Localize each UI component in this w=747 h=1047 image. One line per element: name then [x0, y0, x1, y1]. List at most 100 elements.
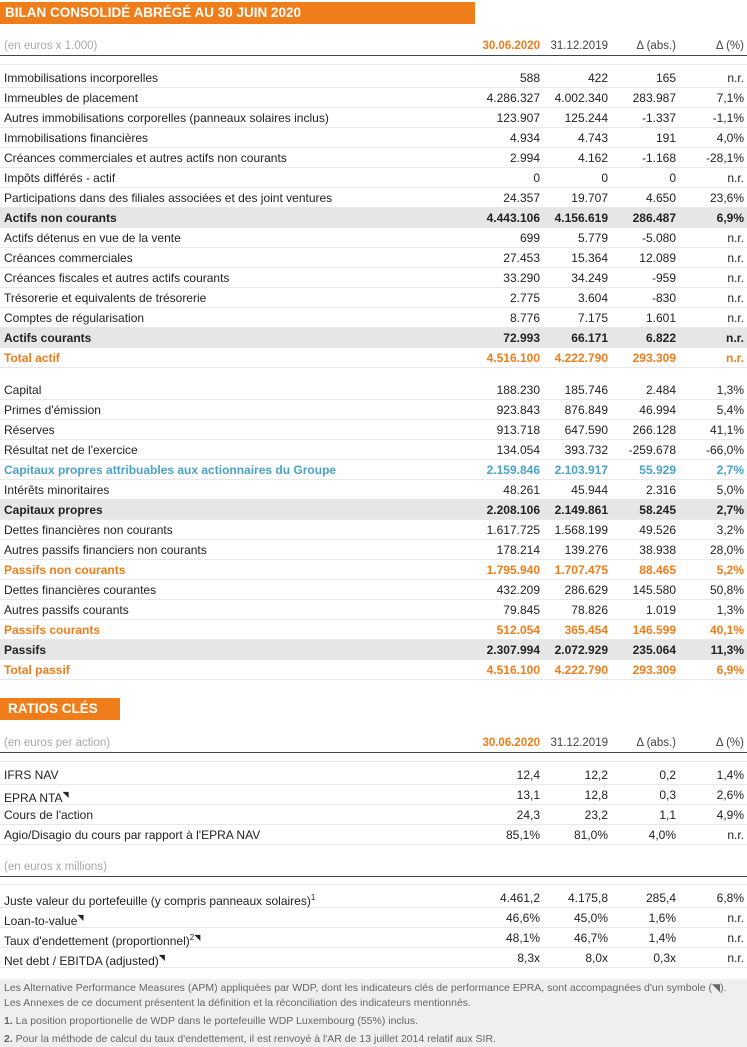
table-row: Actifs courants 72.993 66.171 6.822 n.r.: [0, 328, 747, 348]
value-2019: 185.746: [564, 383, 608, 397]
table-row: IFRS NAV 12,4 12,2 0,2 1,4%: [0, 765, 747, 785]
row-label-text: EPRA NTA: [4, 791, 63, 805]
value-2020: 4.461,2: [499, 891, 540, 905]
row-label-text: Actifs courants: [4, 331, 92, 345]
value-2019: 1.568.199: [554, 523, 608, 537]
delta-pct: 28,0%: [709, 543, 744, 557]
table-row: Impôts différés - actif 0 0 0 n.r.: [0, 168, 747, 188]
delta-pct: 2,6%: [716, 788, 744, 802]
value-2020: 4.443.106: [486, 211, 540, 225]
delta-abs: 12.089: [639, 251, 676, 265]
table-row: Primes d'émission 923.843 876.849 46.994 5,4…: [0, 400, 747, 420]
table-row: Créances commerciales 27.453 15.364 12.089 n…: [0, 248, 747, 268]
row-label: Résultat net de l'exercice: [4, 440, 138, 460]
footnotes: Les Alternative Performance Measures (AP…: [0, 979, 747, 1047]
delta-abs: 0,3x: [653, 951, 676, 965]
row-label: Actifs non courants: [4, 208, 117, 228]
delta-abs: 6.822: [645, 331, 676, 345]
value-2020: 1.617.725: [486, 523, 540, 537]
row-label: Passifs courants: [4, 620, 100, 640]
row-label-text: Créances commerciales et autres actifs n…: [4, 151, 287, 165]
separator: [0, 884, 747, 885]
value-2020: 79.845: [503, 603, 540, 617]
delta-pct: 7,1%: [716, 91, 744, 105]
delta-pct: 1,3%: [716, 383, 744, 397]
table-row: Juste valeur du portefeuille (y compris …: [0, 888, 747, 908]
row-label: Autres passifs financiers non courants: [4, 540, 207, 560]
row-label-text: Impôts différés - actif: [4, 171, 116, 185]
delta-pct: 5,2%: [716, 563, 744, 577]
delta-pct: 4,9%: [716, 808, 744, 822]
row-label-text: Loan-to-value: [4, 914, 78, 928]
value-2019: 2.103.917: [554, 463, 608, 477]
row-label: Autres immobilisations corporelles (pann…: [4, 108, 329, 128]
delta-pct: n.r.: [727, 828, 744, 842]
delta-pct: n.r.: [727, 251, 744, 265]
delta-pct: 1,3%: [716, 603, 744, 617]
row-label-text: Trésorerie et equivalents de trésorerie: [4, 291, 207, 305]
table-row: Total passif 4.516.100 4.222.790 293.309 6,9…: [0, 660, 747, 680]
value-2020: 24,3: [516, 808, 540, 822]
value-2019: 876.849: [564, 403, 608, 417]
delta-abs: 145.580: [632, 583, 676, 597]
delta-abs: 286.487: [632, 211, 676, 225]
value-2020: 27.453: [503, 251, 540, 265]
row-label-text: Immobilisations incorporelles: [4, 71, 159, 85]
table-row: Créances fiscales et autres actifs coura…: [0, 268, 747, 288]
value-2020: 699: [519, 231, 540, 245]
delta-pct: 11,3%: [710, 643, 744, 657]
value-2020: 1.795.940: [486, 563, 540, 577]
row-label-text: Participations dans des filiales associé…: [4, 191, 333, 205]
value-2020: 4.516.100: [486, 663, 540, 677]
footnote-number: 2.: [4, 1033, 13, 1045]
value-2020: 913.718: [496, 423, 540, 437]
row-label-text: Réserves: [4, 423, 55, 437]
value-2019: 4.162: [577, 151, 608, 165]
delta-abs: 55.929: [639, 463, 676, 477]
table-row: Intérêts minoritaires 48.261 45.944 2.316 5,…: [0, 480, 747, 500]
value-2019: 647.590: [564, 423, 608, 437]
row-label-text: Net debt / EBITDA (adjusted): [4, 954, 159, 968]
row-label-text: Immeubles de placement: [4, 91, 139, 105]
col-header-delta-pct: Δ (%): [715, 737, 744, 749]
delta-pct: n.r.: [727, 931, 744, 945]
row-label-text: Total actif: [4, 351, 60, 365]
row-label: Net debt / EBITDA (adjusted)◥: [4, 948, 165, 971]
delta-pct: n.r.: [727, 911, 744, 925]
value-2020: 923.843: [496, 403, 540, 417]
table-row: Résultat net de l'exercice 134.054 393.732…: [0, 440, 747, 460]
row-label-text: Autres immobilisations corporelles (pann…: [4, 111, 329, 125]
row-label: Immobilisations incorporelles: [4, 68, 158, 88]
row-label: Capitaux propres: [4, 500, 103, 520]
row-label: Total actif: [4, 348, 60, 368]
value-2019: 4.002.340: [554, 91, 608, 105]
value-2020: 48,1%: [505, 931, 540, 945]
delta-abs: 0,2: [659, 768, 676, 782]
row-label-text: Primes d'émission: [4, 403, 101, 417]
row-label-text: Intérêts minoritaires: [4, 483, 110, 497]
delta-abs: 235.064: [632, 643, 676, 657]
table-row: Comptes de régularisation 8.776 7.175 1.601…: [0, 308, 747, 328]
delta-pct: n.r.: [727, 71, 744, 85]
value-2019: 422: [587, 71, 608, 85]
table-row: Loan-to-value◥ 46,6% 45,0% 1,6% n.r.: [0, 908, 747, 928]
delta-pct: n.r.: [727, 231, 744, 245]
row-label: Actifs détenus en vue de la vente: [4, 228, 181, 248]
value-2020: 178.214: [496, 543, 540, 557]
delta-abs: 283.987: [632, 91, 676, 105]
delta-pct: 41,1%: [709, 423, 744, 437]
delta-abs: -830: [651, 291, 676, 305]
table-row: Dettes financières courantes 432.209 286.6…: [0, 580, 747, 600]
row-label-text: Agio/Disagio du cours par rapport à l'EP…: [4, 828, 261, 842]
row-label-text: Autres passifs financiers non courants: [4, 543, 207, 557]
unit-label: (en euros per action): [4, 737, 111, 749]
value-2020: 588: [519, 71, 540, 85]
footnote-1: 1. La position proportionelle de WDP dan…: [4, 1014, 743, 1029]
row-label: Réserves: [4, 420, 55, 440]
row-label-text: Cours de l'action: [4, 808, 94, 822]
value-2019: 393.732: [564, 443, 608, 457]
delta-pct: 23,6%: [709, 191, 744, 205]
row-label: Capital: [4, 380, 41, 400]
delta-abs: 165: [655, 71, 676, 85]
value-2020: 2.159.846: [486, 463, 540, 477]
